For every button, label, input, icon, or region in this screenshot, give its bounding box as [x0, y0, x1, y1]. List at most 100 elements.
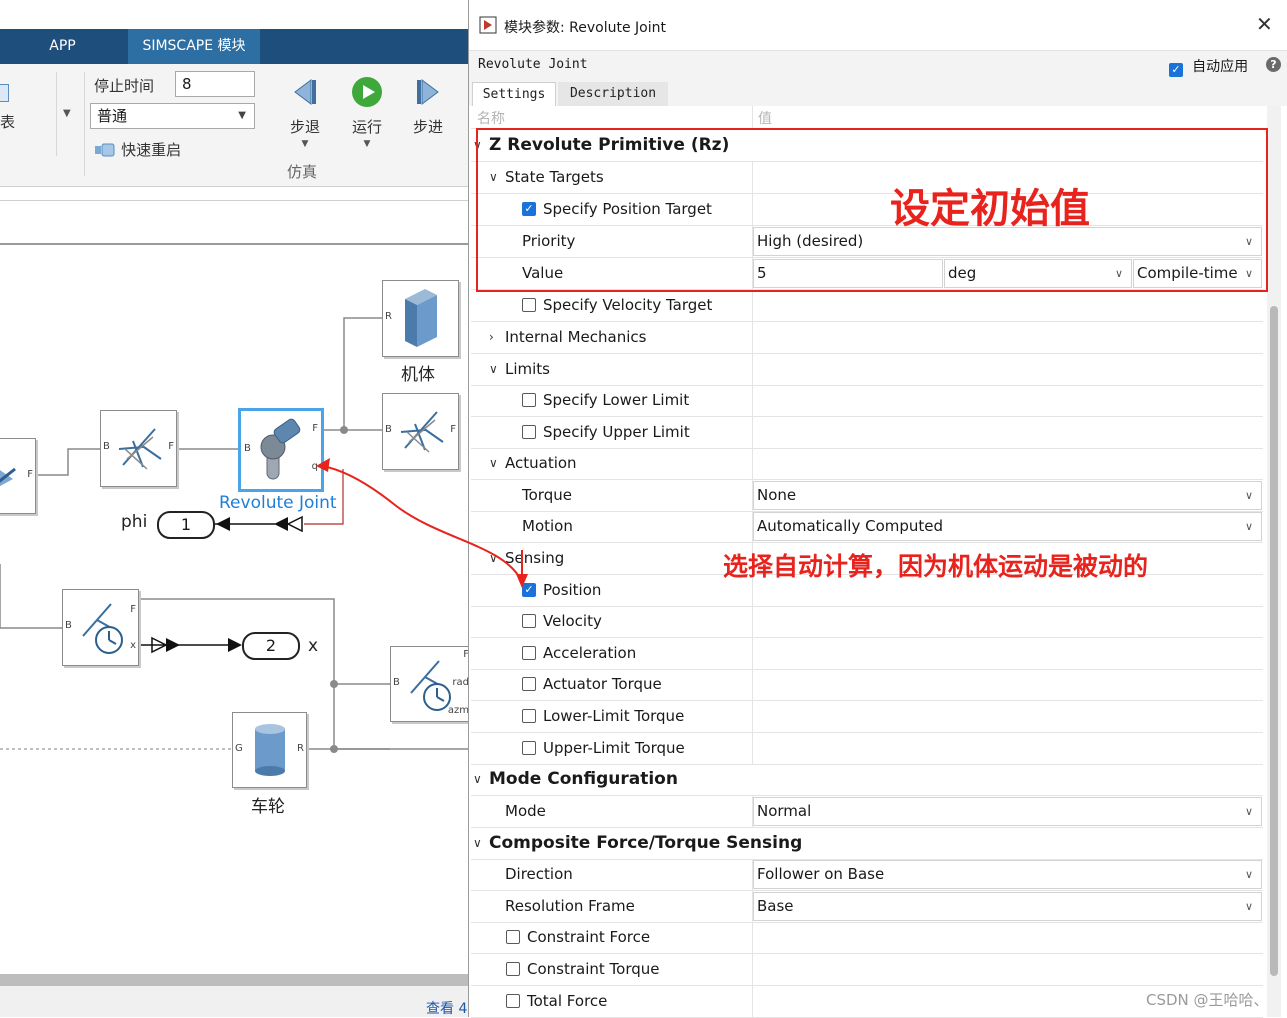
auto-apply-label: 自动应用	[1192, 59, 1249, 75]
param-specify-upper-limit: Specify Upper Limit	[471, 417, 1263, 449]
checkbox-unchecked-icon[interactable]	[522, 646, 536, 660]
column-header-name: 名称	[477, 111, 505, 127]
checkbox-unchecked-icon[interactable]	[506, 930, 520, 944]
scrollbar-thumb[interactable]	[1270, 306, 1278, 976]
section-composite-force-torque-sensing[interactable]: ∨ Composite Force/Torque Sensing	[471, 828, 1263, 860]
chevron-down-icon: ▼	[238, 110, 246, 121]
rigid-transform-block[interactable]: BF	[100, 410, 177, 487]
dialog-header: Revolute Joint ✓ 自动应用 ?	[469, 50, 1287, 81]
phi-outport-block[interactable]: 1	[157, 511, 215, 539]
horizontal-scrollbar[interactable]	[0, 974, 470, 986]
checkbox-unchecked-icon[interactable]	[506, 994, 520, 1008]
param-direction: Direction Follower on Base ∨	[471, 859, 1263, 891]
tab-app[interactable]: APP	[20, 29, 105, 64]
checkbox-label: Total Force	[527, 992, 608, 1010]
chevron-down-icon: ∨	[1244, 805, 1253, 818]
run-label: 运行	[351, 118, 382, 136]
direction-dropdown[interactable]: Follower on Base ∨	[753, 860, 1262, 889]
block-type-name: Revolute Joint	[478, 57, 588, 72]
checkbox-unchecked-icon[interactable]	[522, 393, 536, 407]
chevron-right-icon: ›	[489, 330, 494, 344]
checkbox-unchecked-icon[interactable]	[522, 741, 536, 755]
checkbox-label: Specify Upper Limit	[543, 423, 690, 441]
x-outport-block[interactable]: 2	[242, 632, 300, 660]
close-icon[interactable]: ✕	[1256, 12, 1273, 36]
motion-dropdown[interactable]: Automatically Computed ∨	[753, 512, 1262, 541]
checkbox-unchecked-icon[interactable]	[522, 709, 536, 723]
param-constraint-torque: Constraint Torque	[471, 954, 1263, 986]
wheel-solid-block[interactable]: GR	[232, 712, 307, 788]
fast-restart-icon	[95, 143, 115, 157]
checkbox-checked-icon: ✓	[1169, 63, 1183, 77]
param-sense-upper-limit-torque: Upper-Limit Torque	[471, 733, 1263, 765]
checkbox-label: Constraint Force	[527, 928, 651, 946]
solid-brick-icon	[405, 289, 437, 347]
fast-restart-button[interactable]: 快速重启	[94, 139, 181, 160]
model-canvas[interactable]: F BF BFq Revolute Joint R 机体 B F phi 1 B…	[0, 244, 470, 974]
chevron-down-icon: ▼	[363, 139, 371, 149]
checkbox-label: Velocity	[543, 612, 602, 630]
partial-transform-block[interactable]: F	[0, 438, 36, 514]
param-sense-acceleration: Acceleration	[471, 638, 1263, 670]
group-internal-mechanics[interactable]: › Internal Mechanics	[471, 322, 1263, 354]
checkbox-label: Acceleration	[543, 644, 637, 662]
partial-table-label: 列表	[0, 113, 16, 131]
view-link[interactable]: 查看 4	[426, 998, 467, 1017]
step-back-button[interactable]: 步退 ▼	[285, 76, 325, 149]
transform-sensor-block[interactable]: BFx	[62, 589, 139, 666]
sensor-clock-icon	[410, 660, 451, 711]
step-forward-icon	[417, 79, 439, 105]
chevron-down-icon: ∨	[473, 836, 482, 850]
group-limits[interactable]: ∨ Limits	[471, 354, 1263, 386]
checkbox-label: Actuator Torque	[543, 675, 662, 693]
tab-description[interactable]: Description	[558, 82, 668, 106]
checkbox-unchecked-icon[interactable]	[522, 677, 536, 691]
group-actuation[interactable]: ∨ Actuation	[471, 448, 1263, 480]
direction-value: Follower on Base	[757, 865, 885, 883]
resolution-frame-value: Base	[757, 897, 794, 915]
sim-mode-select[interactable]: 普通 ▼	[90, 103, 255, 129]
ribbon-toolstrip: 列表 ▼ 停止时间 8 普通 ▼ 快速重启 步退 ▼ 运行 ▼ 步进 仿真	[0, 64, 470, 187]
resolution-frame-dropdown[interactable]: Base ∨	[753, 892, 1262, 921]
tab-settings[interactable]: Settings	[472, 82, 556, 107]
param-sense-actuator-torque: Actuator Torque	[471, 669, 1263, 701]
step-back-icon	[294, 79, 316, 105]
chevron-down-icon: ∨	[489, 362, 498, 376]
checkbox-unchecked-icon[interactable]	[522, 425, 536, 439]
param-mode: Mode Normal ∨	[471, 796, 1263, 828]
sim-mode-value: 普通	[97, 107, 128, 125]
vertical-scrollbar[interactable]	[1267, 106, 1281, 1017]
body-solid-block[interactable]: R	[382, 280, 459, 357]
canvas-toolbar	[0, 200, 470, 245]
dropdown-arrow[interactable]: ▼	[56, 72, 81, 156]
checkbox-unchecked-icon[interactable]	[522, 614, 536, 628]
torque-dropdown[interactable]: None ∨	[753, 481, 1262, 510]
param-label: Direction	[505, 865, 573, 883]
annotation-initial-value: 设定初始值	[890, 186, 1090, 232]
revolute-joint-icon	[260, 418, 301, 480]
checkbox-unchecked-icon[interactable]	[506, 962, 520, 976]
group-label: Limits	[505, 360, 550, 378]
tab-simscape-blocks[interactable]: SIMSCAPE 模块	[128, 29, 260, 64]
divider	[84, 72, 85, 176]
mode-dropdown[interactable]: Normal ∨	[753, 797, 1262, 826]
checkbox-unchecked-icon[interactable]	[522, 298, 536, 312]
status-bar: 查看 4	[0, 986, 470, 1017]
step-forward-button[interactable]: 步进	[408, 76, 448, 137]
annotation-auto-compute: 选择自动计算，因为机体运动是被动的	[723, 552, 1149, 581]
param-label: Mode	[505, 802, 546, 820]
stop-time-label: 停止时间	[94, 77, 155, 95]
body-block-label: 机体	[401, 365, 435, 385]
checkbox-label: Upper-Limit Torque	[543, 739, 685, 757]
param-motion: Motion Automatically Computed ∨	[471, 511, 1263, 543]
stop-time-input[interactable]: 8	[175, 71, 255, 97]
wheel-block-label: 车轮	[251, 797, 285, 817]
help-icon[interactable]: ?	[1266, 57, 1281, 72]
chevron-down-icon: ∨	[1244, 868, 1253, 881]
section-mode-configuration[interactable]: ∨ Mode Configuration	[471, 764, 1263, 796]
param-torque: Torque None ∨	[471, 480, 1263, 512]
transform-sensor-block-2[interactable]: B Frad azm	[390, 646, 470, 722]
run-button[interactable]: 运行 ▼	[347, 76, 387, 149]
checkbox-label: Specify Velocity Target	[543, 296, 713, 314]
auto-apply-checkbox[interactable]: ✓ 自动应用	[1169, 56, 1249, 77]
